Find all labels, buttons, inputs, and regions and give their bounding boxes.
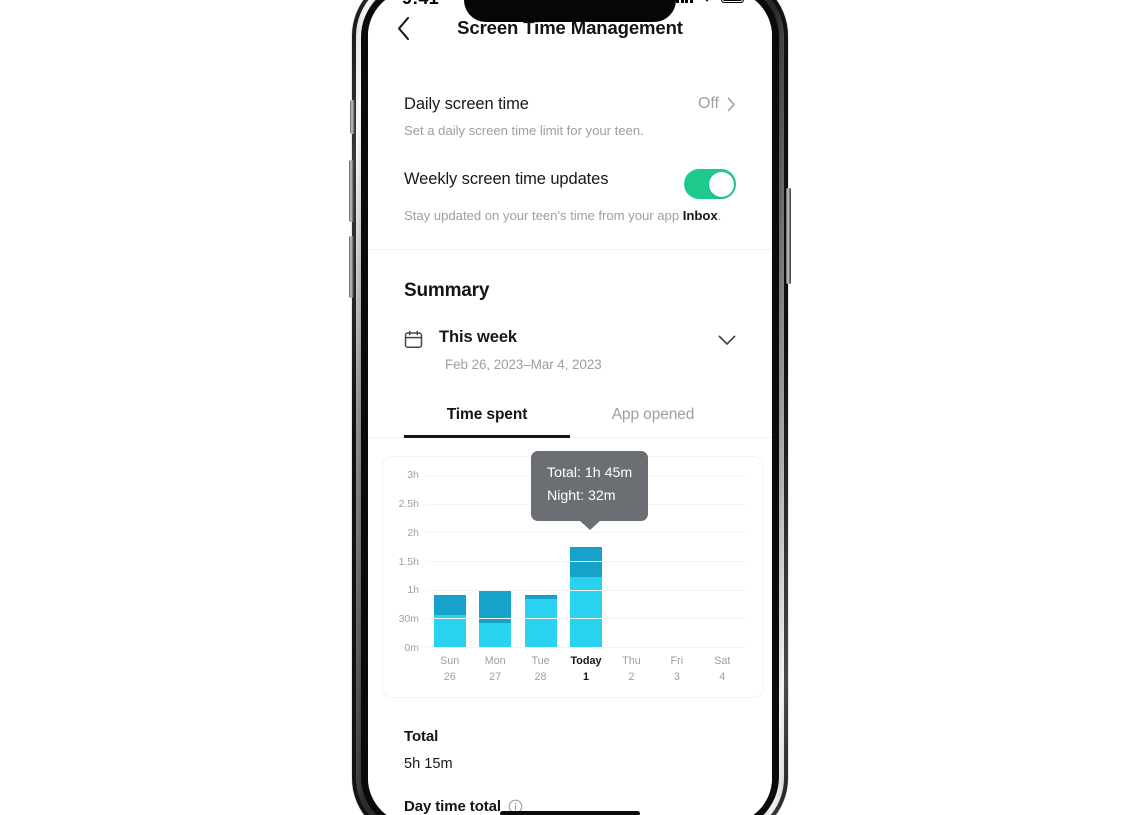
chart-y-tick-label: 1.5h [398, 555, 419, 568]
phone-screen: 9:41 [368, 0, 772, 815]
chart-tooltip: Total: 1h 45m Night: 32m [531, 451, 649, 521]
silent-switch-button[interactable] [350, 100, 355, 134]
chart-x-label-date: 2 [628, 670, 635, 683]
chart-x-label: Sun 26 [427, 654, 472, 685]
summary-tabs: Time spent App opened [368, 406, 772, 438]
setting-subtitle-daily-screen-time: Set a daily screen time limit for your t… [404, 123, 644, 138]
chart-x-label-day: Sun [440, 655, 460, 667]
total-value: 5h 15m [404, 756, 453, 773]
chart-x-label-day: Mon [484, 655, 506, 667]
chart-y-tick-label: 30m [398, 613, 419, 626]
volume-down-button[interactable] [349, 236, 354, 298]
device-notch [464, 0, 676, 22]
summary-section: Summary This week Feb 26, 2023–Mar 4, 20 [368, 250, 772, 372]
chevron-right-icon [727, 97, 735, 111]
chart-x-label-date: 26 [443, 670, 456, 683]
chart-x-label-day: Tue [531, 655, 550, 667]
volume-up-button[interactable] [349, 160, 354, 222]
screenshot-canvas: 9:41 [0, 0, 1140, 815]
tooltip-total-line: Total: 1h 45m [547, 465, 633, 481]
chart-gridline: 0m [404, 642, 745, 654]
subtitle-text-post: . [717, 208, 722, 223]
chart-x-label: Today 1 [563, 654, 608, 685]
chart-x-label-day: Today [570, 655, 602, 667]
subtitle-text-pre: Stay updated on your teen's time from yo… [404, 208, 683, 223]
calendar-icon [404, 330, 423, 354]
totals-section: Total 5h 15m Day time total [368, 698, 772, 815]
chart-y-tick-label: 2h [407, 526, 419, 539]
screen-time-chart-card: Total: 1h 45m Night: 32m 0m 30m 1h 1.5h 2h 2.… [382, 451, 764, 699]
chart-y-tick-label: 2.5h [398, 497, 419, 510]
chart-x-label: Thu 2 [609, 654, 654, 685]
setting-title-weekly-updates: Weekly screen time updates [404, 170, 609, 188]
chart-gridline: 30m [399, 613, 745, 625]
chart-bar-segment-night [433, 595, 466, 616]
chart-x-label-date: 1 [582, 670, 589, 683]
chart-x-label-date: 3 [673, 670, 680, 683]
phone-device-frame: 9:41 [349, 0, 791, 815]
chart-bar-segment-day [433, 615, 466, 647]
chart-bar-segment-day [479, 623, 512, 647]
chart-x-label: Sat 4 [700, 654, 745, 685]
chevron-down-icon[interactable] [718, 333, 736, 351]
tab-app-opened[interactable]: App opened [570, 406, 736, 437]
subtitle-inbox-link[interactable]: Inbox [683, 208, 718, 223]
chart-x-label: Mon 27 [472, 654, 517, 685]
weekly-updates-toggle[interactable] [684, 169, 736, 199]
daily-screen-time-value: Off [697, 95, 719, 112]
app-screen-time-management: Screen Time Management Daily screen time… [368, 0, 772, 815]
setting-row-header: Daily screen time Off [404, 94, 736, 114]
period-label: This week [439, 328, 517, 346]
chart-x-label-day: Thu [622, 655, 641, 667]
tooltip-night-line: Night: 32m [547, 488, 616, 505]
setting-subtitle-weekly-updates: Stay updated on your teen's time from yo… [404, 208, 736, 223]
chart-x-label-date: 27 [489, 670, 502, 683]
chart-x-axis-labels: Sun 26 Mon 27 Tue 28 Today 1 Thu 2 Fri 3 Sat 4 [427, 654, 745, 685]
setting-daily-screen-time: Daily screen time Off Set a daily screen… [368, 66, 772, 143]
setting-title-daily-screen-time: Daily screen time [404, 95, 529, 113]
setting-weekly-screen-time-updates: Weekly screen time updates Stay updated … [368, 143, 772, 249]
period-date-range: Feb 26, 2023–Mar 4, 2023 [445, 357, 602, 372]
chart-x-label-day: Sat [714, 655, 731, 667]
daily-screen-time-value-button[interactable]: Off [698, 94, 736, 113]
chart-bar [524, 595, 557, 647]
chart-bar-segment-day [524, 599, 557, 647]
chart-gridline: 1h [407, 584, 745, 596]
chart-x-label-date: 28 [534, 670, 547, 683]
period-selector[interactable]: This week Feb 26, 2023–Mar 4, 2023 [404, 328, 736, 372]
power-button[interactable] [786, 188, 791, 284]
toggle-knob [708, 171, 734, 197]
chart-gridline: 2h [407, 527, 745, 539]
chart-gridline: 1.5h [399, 556, 745, 568]
chart-bar [433, 595, 466, 647]
chart-x-label-day: Fri [670, 655, 684, 667]
chart-y-tick-label: 0m [404, 642, 419, 654]
summary-heading: Summary [404, 280, 490, 301]
home-indicator[interactable] [500, 811, 640, 815]
chart-y-tick-label: 3h [407, 469, 419, 481]
setting-row-header: Weekly screen time updates [404, 169, 736, 199]
chart-bar-segment-day [569, 577, 602, 647]
chart-y-tick-label: 1h [407, 584, 419, 597]
chart-x-label-date: 4 [719, 670, 726, 683]
day-time-total-label: Day time total [404, 798, 501, 815]
chevron-left-icon [397, 16, 409, 40]
chart-x-label: Tue 28 [518, 654, 563, 685]
total-label: Total [404, 728, 439, 746]
chart-x-label: Fri 3 [654, 654, 699, 685]
back-button[interactable] [388, 13, 418, 43]
tab-time-spent[interactable]: Time spent [404, 406, 570, 438]
period-text-group: This week Feb 26, 2023–Mar 4, 2023 [439, 328, 602, 372]
